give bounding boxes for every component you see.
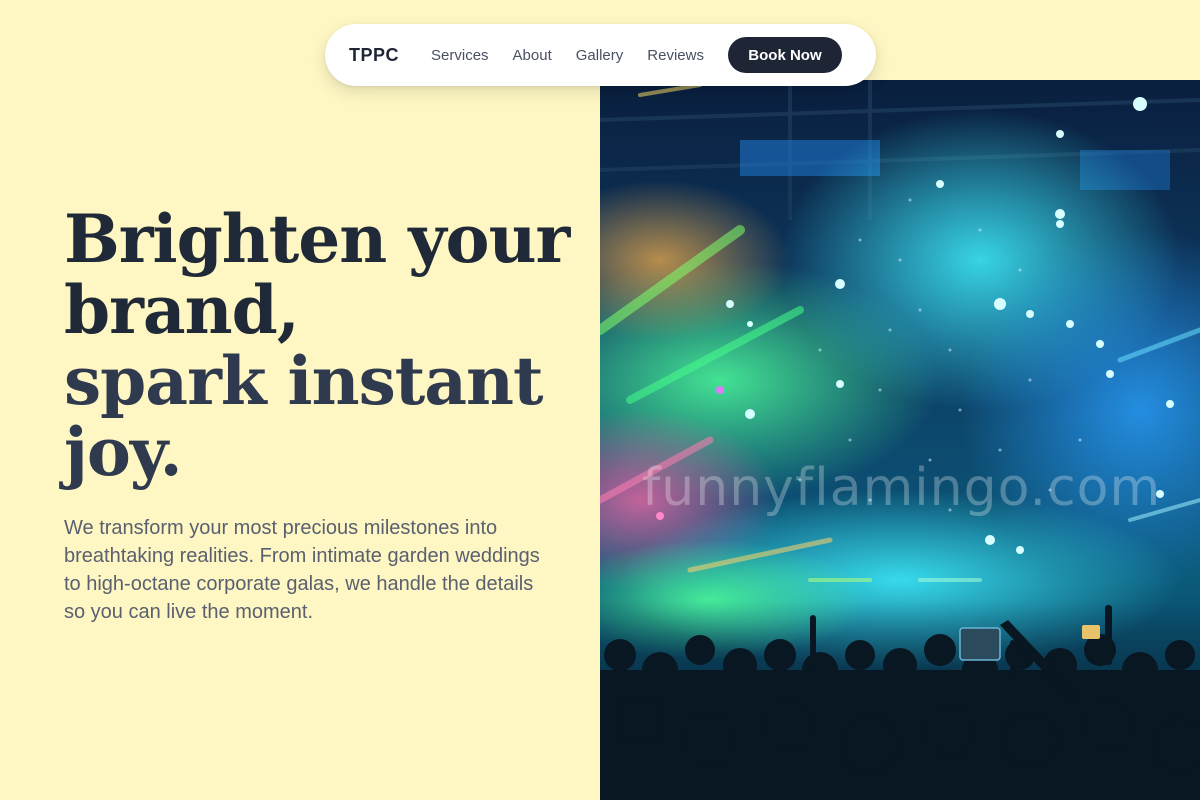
hero-image <box>600 80 1200 800</box>
book-now-button[interactable]: Book Now <box>727 37 842 73</box>
hero-title-line2: spark instant joy. <box>64 342 544 491</box>
nav-link-about[interactable]: About <box>513 47 552 64</box>
top-nav: TPPC Services About Gallery Reviews Book… <box>325 24 876 86</box>
hero-description: We transform your most precious mileston… <box>64 517 540 623</box>
hero-title: Brighten your brand, spark instant joy. <box>64 204 584 488</box>
nav-link-gallery[interactable]: Gallery <box>576 47 624 64</box>
hero-title-line1: Brighten your brand, <box>64 200 570 349</box>
nav-link-services[interactable]: Services <box>431 47 489 64</box>
concert-scene <box>600 80 1200 800</box>
brand-logo[interactable]: TPPC <box>349 45 399 66</box>
nav-link-reviews[interactable]: Reviews <box>647 47 704 64</box>
